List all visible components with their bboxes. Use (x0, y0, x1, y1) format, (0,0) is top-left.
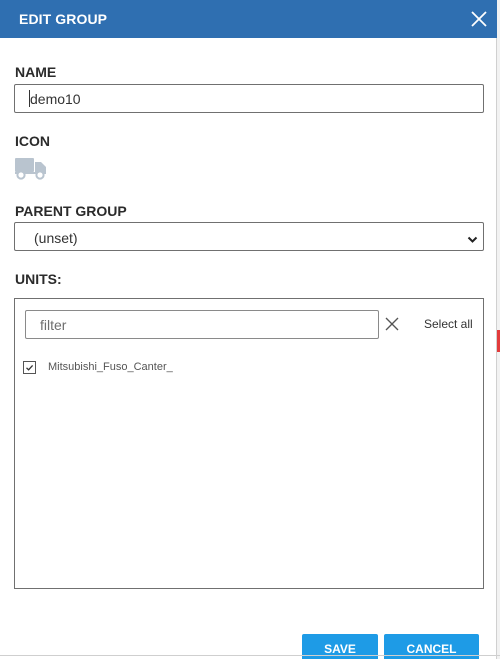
parent-group-label: PARENT GROUP (15, 203, 127, 219)
select-all-link[interactable]: Select all (424, 317, 473, 331)
icon-label: ICON (15, 133, 50, 149)
dialog-header: EDIT GROUP (0, 0, 497, 38)
edit-group-dialog: EDIT GROUP NAME ICON PARENT GROUP (unset… (0, 0, 497, 659)
filter-input[interactable] (25, 310, 379, 339)
units-panel: Select all Mitsubishi_Fuso_Canter_ (14, 298, 484, 589)
parent-group-value: (unset) (34, 230, 78, 246)
list-item[interactable]: Mitsubishi_Fuso_Canter_ (23, 359, 173, 375)
name-input[interactable] (14, 84, 484, 113)
close-icon[interactable] (469, 9, 489, 29)
chevron-down-icon (467, 232, 478, 243)
truck-icon[interactable] (14, 156, 47, 180)
unit-label: Mitsubishi_Fuso_Canter_ (48, 361, 173, 373)
text-caret (29, 90, 30, 107)
units-label: UNITS: (15, 271, 62, 287)
checkmark-icon (26, 364, 34, 371)
dialog-title: EDIT GROUP (19, 11, 108, 27)
clear-filter-icon[interactable] (384, 316, 400, 332)
name-label: NAME (15, 64, 57, 80)
divider (0, 655, 500, 656)
unit-checkbox[interactable] (23, 360, 36, 374)
parent-group-select[interactable]: (unset) (14, 222, 484, 251)
